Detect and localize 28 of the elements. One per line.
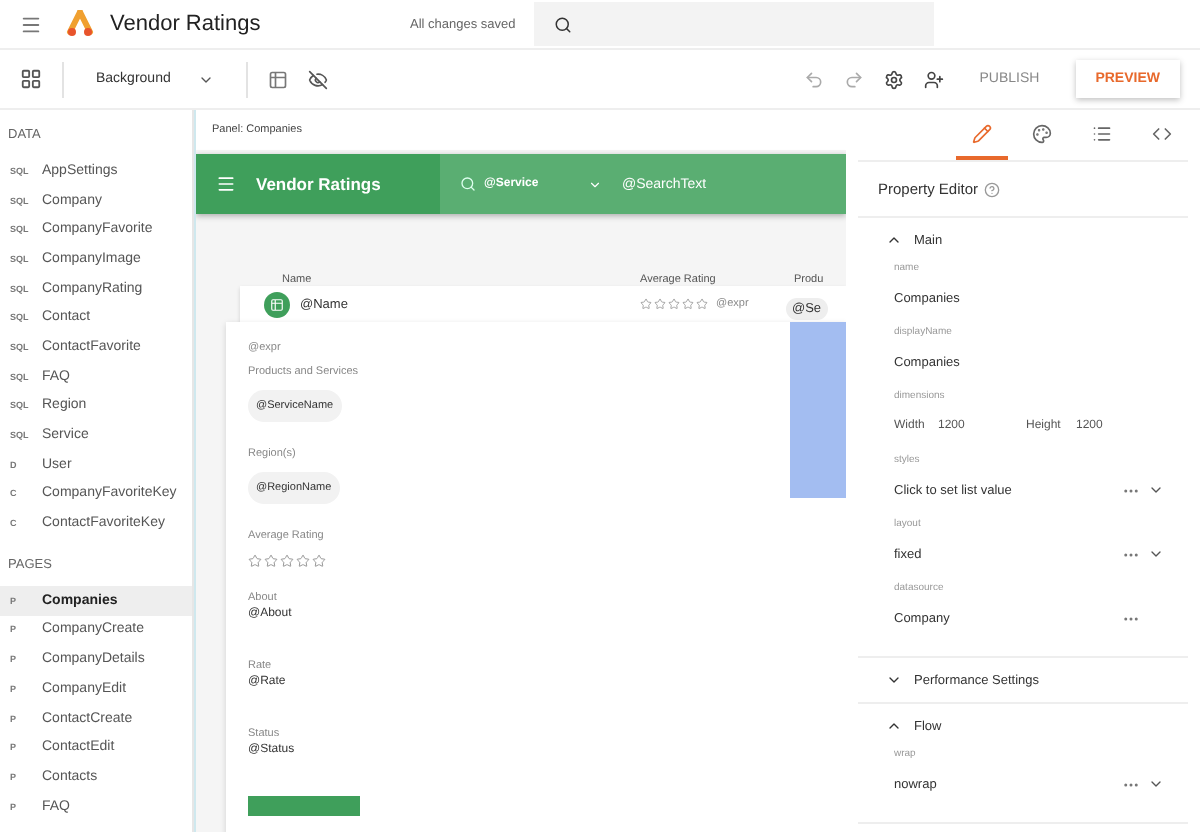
add-user-icon[interactable] bbox=[923, 69, 944, 89]
search-icon bbox=[554, 15, 572, 33]
dropdown-icon[interactable] bbox=[1148, 482, 1164, 498]
app-bar-title: Vendor Ratings bbox=[256, 174, 383, 194]
search-icon bbox=[460, 176, 476, 192]
grid-icon[interactable] bbox=[268, 69, 289, 89]
chevron-up-icon bbox=[886, 232, 902, 248]
dropdown-icon bbox=[588, 177, 602, 191]
chevron-up-icon bbox=[886, 718, 902, 734]
help-icon[interactable] bbox=[984, 181, 1001, 197]
settings-icon[interactable] bbox=[883, 69, 904, 89]
pencil-icon bbox=[972, 123, 992, 143]
menu-icon[interactable] bbox=[216, 174, 236, 194]
dropdown-icon[interactable] bbox=[1148, 546, 1164, 562]
menu-icon[interactable] bbox=[20, 13, 42, 35]
palette-icon bbox=[1032, 123, 1052, 143]
search-field[interactable] bbox=[534, 2, 934, 46]
chevron-down-icon bbox=[886, 672, 902, 688]
code-icon bbox=[1152, 123, 1172, 143]
app-title: Vendor Ratings bbox=[110, 12, 263, 36]
redo-icon[interactable] bbox=[843, 69, 864, 89]
undo-icon[interactable] bbox=[803, 69, 824, 89]
list-icon bbox=[1092, 123, 1112, 143]
logo-icon bbox=[66, 10, 94, 38]
eye-off-icon[interactable] bbox=[308, 69, 329, 89]
avatar-icon bbox=[264, 291, 290, 317]
widgets-icon[interactable] bbox=[20, 68, 42, 90]
dropdown-icon[interactable] bbox=[1148, 776, 1164, 792]
